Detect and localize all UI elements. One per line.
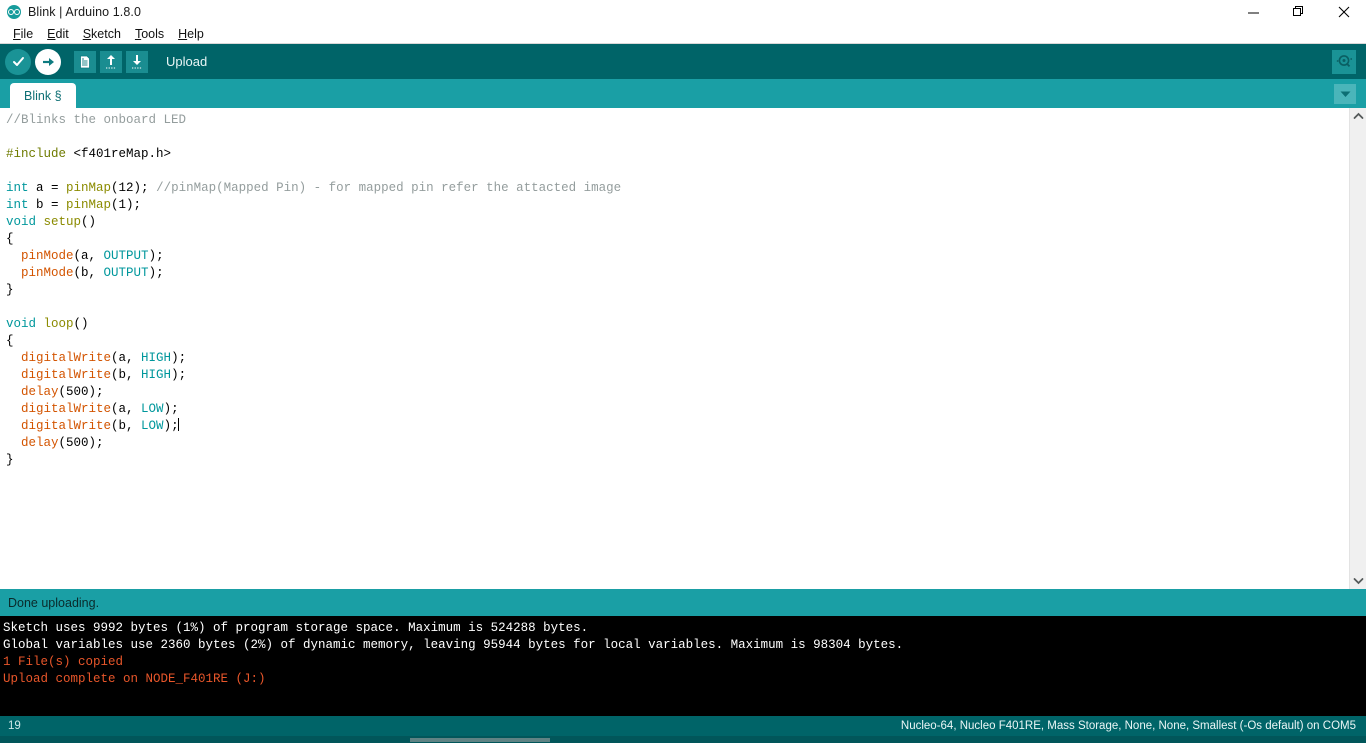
code-line: void setup() [6,215,97,229]
verify-button[interactable] [5,48,31,75]
code-line: delay(500); [21,385,104,399]
cursor-line-number: 19 [8,720,21,732]
horizontal-scroll-thumb[interactable] [410,738,550,742]
menu-sketch[interactable]: Sketch [76,27,128,41]
console-line: Upload complete on NODE_F401RE (J:) [3,672,266,686]
window-title: Blink | Arduino 1.8.0 [28,5,142,19]
maximize-restore-button[interactable] [1276,0,1321,24]
console-line: 1 File(s) copied [3,655,124,669]
bottom-status-bar: 19 Nucleo-64, Nucleo F401RE, Mass Storag… [0,716,1366,736]
scroll-up-icon[interactable] [1350,108,1366,124]
code-line: digitalWrite(a, LOW); [21,402,179,416]
code-line: digitalWrite(b, LOW); [21,418,179,433]
editor-area: //Blinks the onboard LED #include <f401r… [0,108,1366,589]
serial-monitor-icon[interactable] [1332,49,1356,74]
code-line: pinMode(a, OUTPUT); [21,249,164,263]
arduino-logo-icon [7,5,21,19]
editor-vertical-scrollbar[interactable] [1349,108,1366,589]
toolbar: Upload [0,44,1366,79]
status-line: Done uploading. [0,589,1366,616]
code-line: pinMode(b, OUTPUT); [21,266,164,280]
menubar: File Edit Sketch Tools Help [0,24,1366,44]
code-line: } [6,453,14,467]
code-line: #include <f401reMap.h> [6,147,172,161]
upload-button[interactable] [35,48,61,75]
window-titlebar: Blink | Arduino 1.8.0 [0,0,1366,24]
new-sketch-button[interactable] [74,50,96,73]
console-line: Sketch uses 9992 bytes (1%) of program s… [3,621,589,635]
menu-tools[interactable]: Tools [128,27,171,41]
code-line: void loop() [6,317,89,331]
code-line: //Blinks the onboard LED [6,113,187,127]
code-line: digitalWrite(b, HIGH); [21,368,187,382]
toolbar-action-label: Upload [166,54,208,69]
window-controls [1231,0,1366,24]
menu-file[interactable]: File [6,27,40,41]
code-line: digitalWrite(a, HIGH); [21,351,187,365]
tab-blink[interactable]: Blink § [10,83,76,108]
open-sketch-button[interactable] [100,50,122,73]
text-caret [177,418,179,431]
menu-help[interactable]: Help [171,27,211,41]
save-sketch-button[interactable] [126,50,148,73]
code-line: int a = pinMap(12); //pinMap(Mapped Pin)… [6,181,622,195]
menu-edit[interactable]: Edit [40,27,76,41]
tab-strip: Blink § [0,79,1366,108]
status-message: Done uploading. [8,595,100,610]
tab-label: Blink § [24,88,62,103]
code-line: { [6,232,14,246]
board-info-label: Nucleo-64, Nucleo F401RE, Mass Storage, … [900,720,1356,732]
code-line: } [6,283,14,297]
code-line: { [6,334,14,348]
code-line: int b = pinMap(1); [6,198,142,212]
console-line: Global variables use 2360 bytes (2%) of … [3,638,904,652]
close-button[interactable] [1321,0,1366,24]
console-output[interactable]: Sketch uses 9992 bytes (1%) of program s… [0,616,1366,716]
code-editor[interactable]: //Blinks the onboard LED #include <f401r… [0,108,1349,589]
bottom-strip [0,736,1366,743]
scroll-down-icon[interactable] [1350,573,1366,589]
code-line: delay(500); [21,436,104,450]
minimize-button[interactable] [1231,0,1276,24]
tab-dropdown-button[interactable] [1334,84,1356,104]
